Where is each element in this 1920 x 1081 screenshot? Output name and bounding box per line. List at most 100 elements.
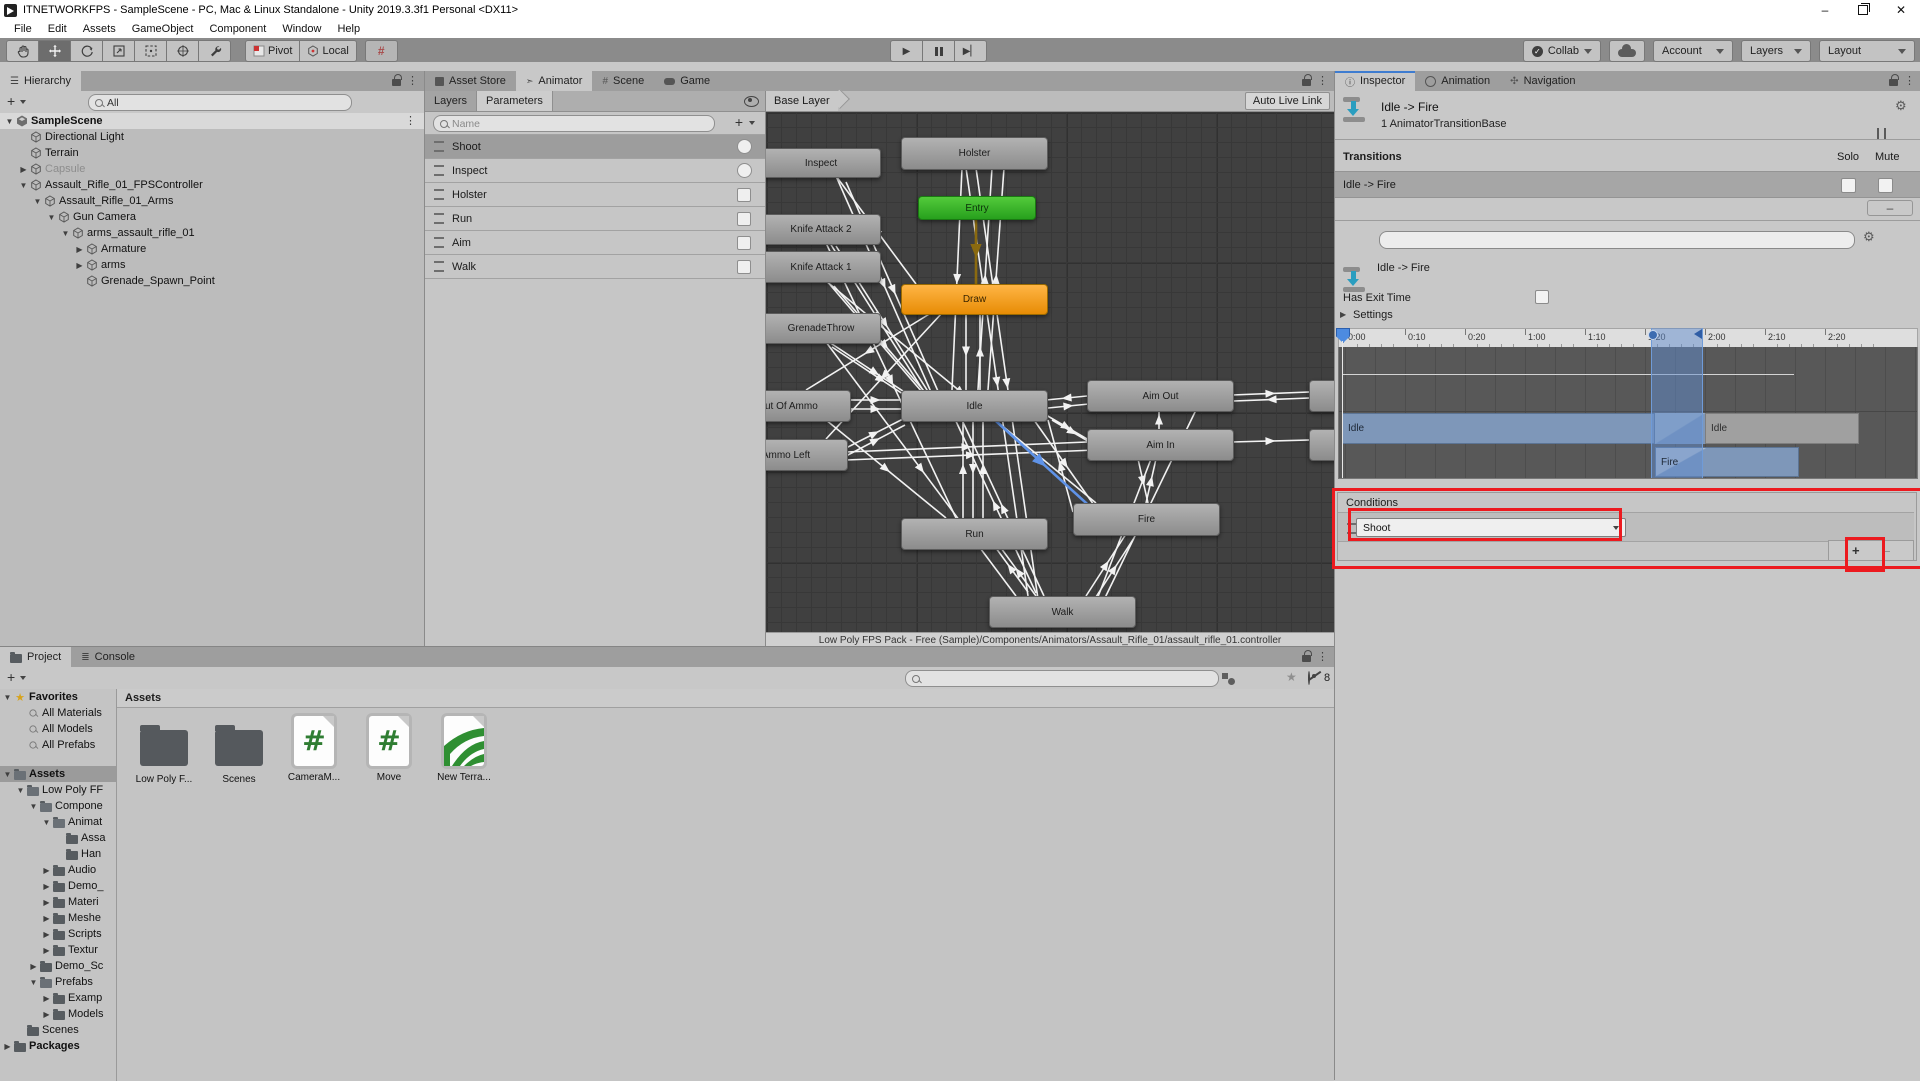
layout-dropdown[interactable]: Layout xyxy=(1819,40,1915,62)
add-parameter-button[interactable]: + xyxy=(735,115,743,129)
foldout-arrow-icon[interactable]: ▼ xyxy=(15,786,26,795)
hierarchy-item-assault-rifle-01-arms[interactable]: ▼Assault_Rifle_01_Arms xyxy=(0,193,424,209)
hierarchy-item-gun-camera[interactable]: ▼Gun Camera xyxy=(0,209,424,225)
tab-inspector[interactable]: ⓘ Inspector xyxy=(1335,71,1415,91)
foldout-arrow-icon[interactable]: ▼ xyxy=(18,181,29,190)
project-search-input[interactable] xyxy=(924,673,1212,685)
hand-tool-button[interactable] xyxy=(6,40,39,62)
transition-timeline-tracks[interactable]: Idle Idle Fire xyxy=(1338,347,1918,479)
hierarchy-item-arms-assault-rifle-01[interactable]: ▼arms_assault_rifle_01 xyxy=(0,225,424,241)
hidden-packages-icon[interactable] xyxy=(1308,672,1310,684)
foldout-arrow-icon[interactable]: ▼ xyxy=(2,770,13,779)
hierarchy-item-assault-rifle-01-fpscontroller[interactable]: ▼Assault_Rifle_01_FPSController xyxy=(0,177,424,193)
parameter-row-shoot[interactable]: Shoot xyxy=(425,135,765,159)
project-tree-item-examp[interactable]: ▶Examp xyxy=(0,990,116,1006)
foldout-arrow-icon[interactable]: ▶ xyxy=(41,866,52,875)
lock-icon[interactable] xyxy=(392,79,401,86)
state-machine-graph[interactable]: InspectHolsterEntryKnife Attack 2Knife A… xyxy=(766,112,1334,632)
menu-item-help[interactable]: Help xyxy=(329,23,368,35)
panel-menu-icon[interactable]: ⋮ xyxy=(1904,76,1915,87)
foldout-arrow-icon[interactable]: ▼ xyxy=(4,117,15,126)
state-node-idle[interactable]: Idle xyxy=(901,390,1048,422)
state-node-fire[interactable]: Fire xyxy=(1073,503,1220,536)
eye-icon[interactable] xyxy=(744,96,759,107)
project-tree-item-assa[interactable]: Assa xyxy=(0,830,116,846)
hierarchy-item-grenade-spawn-point[interactable]: Grenade_Spawn_Point xyxy=(0,273,424,289)
hierarchy-search-input[interactable] xyxy=(107,97,345,109)
drag-handle-icon[interactable] xyxy=(434,213,444,224)
asset-item-low-poly-f-[interactable]: Low Poly F... xyxy=(131,716,197,785)
trigger-radio[interactable] xyxy=(737,163,752,178)
account-dropdown[interactable]: Account xyxy=(1653,40,1733,62)
project-tree-item-meshe[interactable]: ▶Meshe xyxy=(0,910,116,926)
hierarchy-item-capsule[interactable]: ▶Capsule xyxy=(0,161,424,177)
panel-menu-icon[interactable]: ⋮ xyxy=(1317,76,1328,87)
tab-project[interactable]: Project xyxy=(0,647,71,667)
foldout-arrow-icon[interactable]: ▶ xyxy=(74,261,85,270)
timeline-bar-idle-left[interactable]: Idle xyxy=(1342,413,1655,444)
state-node-grenadethrow[interactable]: GrenadeThrow xyxy=(766,313,881,344)
move-tool-button[interactable] xyxy=(39,40,71,62)
hierarchy-item-armature[interactable]: ▶Armature xyxy=(0,241,424,257)
timeline-bar-idle-right[interactable]: Idle xyxy=(1705,413,1859,444)
parameter-row-walk[interactable]: Walk xyxy=(425,255,765,279)
state-node-clipped[interactable] xyxy=(1309,380,1334,412)
project-search[interactable] xyxy=(905,670,1219,687)
subtab-layers[interactable]: Layers xyxy=(425,91,477,111)
hierarchy-item-terrain[interactable]: Terrain xyxy=(0,145,424,161)
play-button[interactable]: ▶ xyxy=(890,40,923,62)
project-tree-item-compone[interactable]: ▼Compone xyxy=(0,798,116,814)
grid-snap-button[interactable]: # xyxy=(365,40,398,62)
foldout-arrow-icon[interactable]: ▼ xyxy=(28,802,39,811)
state-node-knife-attack-2[interactable]: Knife Attack 2 xyxy=(766,214,881,245)
gear-icon[interactable]: ⚙ xyxy=(1863,230,1875,243)
foldout-arrow-icon[interactable]: ▶ xyxy=(41,1010,52,1019)
asset-item-new-terra-[interactable]: New Terra... xyxy=(431,716,497,783)
lock-icon[interactable] xyxy=(1302,79,1311,86)
create-button[interactable]: + xyxy=(7,94,15,108)
project-tree-item-all-prefabs[interactable]: All Prefabs xyxy=(0,737,116,753)
project-tree-item-favorites[interactable]: ▼★Favorites xyxy=(0,689,116,705)
foldout-arrow-icon[interactable]: ▶ xyxy=(41,994,52,1003)
scale-tool-button[interactable] xyxy=(103,40,135,62)
auto-live-link-button[interactable]: Auto Live Link xyxy=(1245,92,1330,110)
project-tree-item-demo-sc[interactable]: ▶Demo_Sc xyxy=(0,958,116,974)
foldout-arrow-icon[interactable]: ▼ xyxy=(60,229,71,238)
drag-handle-icon[interactable] xyxy=(434,165,444,176)
create-button[interactable]: + xyxy=(7,670,15,684)
mute-checkbox[interactable] xyxy=(1878,178,1893,193)
custom-tool-button[interactable] xyxy=(199,40,231,62)
transition-name-field[interactable] xyxy=(1379,231,1855,249)
bool-checkbox[interactable] xyxy=(737,260,751,274)
cloud-button[interactable] xyxy=(1609,40,1645,62)
project-tree-item-animat[interactable]: ▼Animat xyxy=(0,814,116,830)
drag-handle-icon[interactable] xyxy=(434,189,444,200)
state-node-aim-in[interactable]: Aim In xyxy=(1087,429,1234,461)
project-tree-item-low-poly-ff[interactable]: ▼Low Poly FF xyxy=(0,782,116,798)
project-tree-item-all-materials[interactable]: All Materials xyxy=(0,705,116,721)
hierarchy-search[interactable] xyxy=(88,94,352,111)
drag-handle-icon[interactable] xyxy=(434,237,444,248)
tab-navigation[interactable]: ✣ Navigation xyxy=(1500,71,1585,91)
restore-button[interactable] xyxy=(1844,0,1882,20)
state-node-run[interactable]: Run xyxy=(901,518,1048,550)
state-node-out-of-ammo[interactable]: Out Of Ammo xyxy=(766,390,851,422)
favorites-filter-icon[interactable]: ★ xyxy=(1286,670,1297,684)
remove-transition-button[interactable]: – xyxy=(1867,200,1913,216)
menu-item-assets[interactable]: Assets xyxy=(75,23,124,35)
hierarchy-item-directional-light[interactable]: Directional Light xyxy=(0,129,424,145)
menu-item-file[interactable]: File xyxy=(6,23,40,35)
foldout-arrow-icon[interactable]: ▶ xyxy=(18,165,29,174)
selection-end-handle[interactable] xyxy=(1694,329,1702,339)
project-tree-item-assets[interactable]: ▼Assets xyxy=(0,766,116,782)
project-tree-item-textur[interactable]: ▶Textur xyxy=(0,942,116,958)
presets-icon[interactable] xyxy=(1875,128,1888,139)
parameter-row-aim[interactable]: Aim xyxy=(425,231,765,255)
project-tree-item-demo-[interactable]: ▶Demo_ xyxy=(0,878,116,894)
foldout-arrow-icon[interactable]: ▼ xyxy=(46,213,57,222)
lock-icon[interactable] xyxy=(1889,79,1898,86)
condition-row[interactable]: Shoot xyxy=(1338,512,1914,542)
tab-scene[interactable]: # Scene xyxy=(592,71,654,91)
state-node-draw[interactable]: Draw xyxy=(901,284,1048,315)
solo-checkbox[interactable] xyxy=(1841,178,1856,193)
